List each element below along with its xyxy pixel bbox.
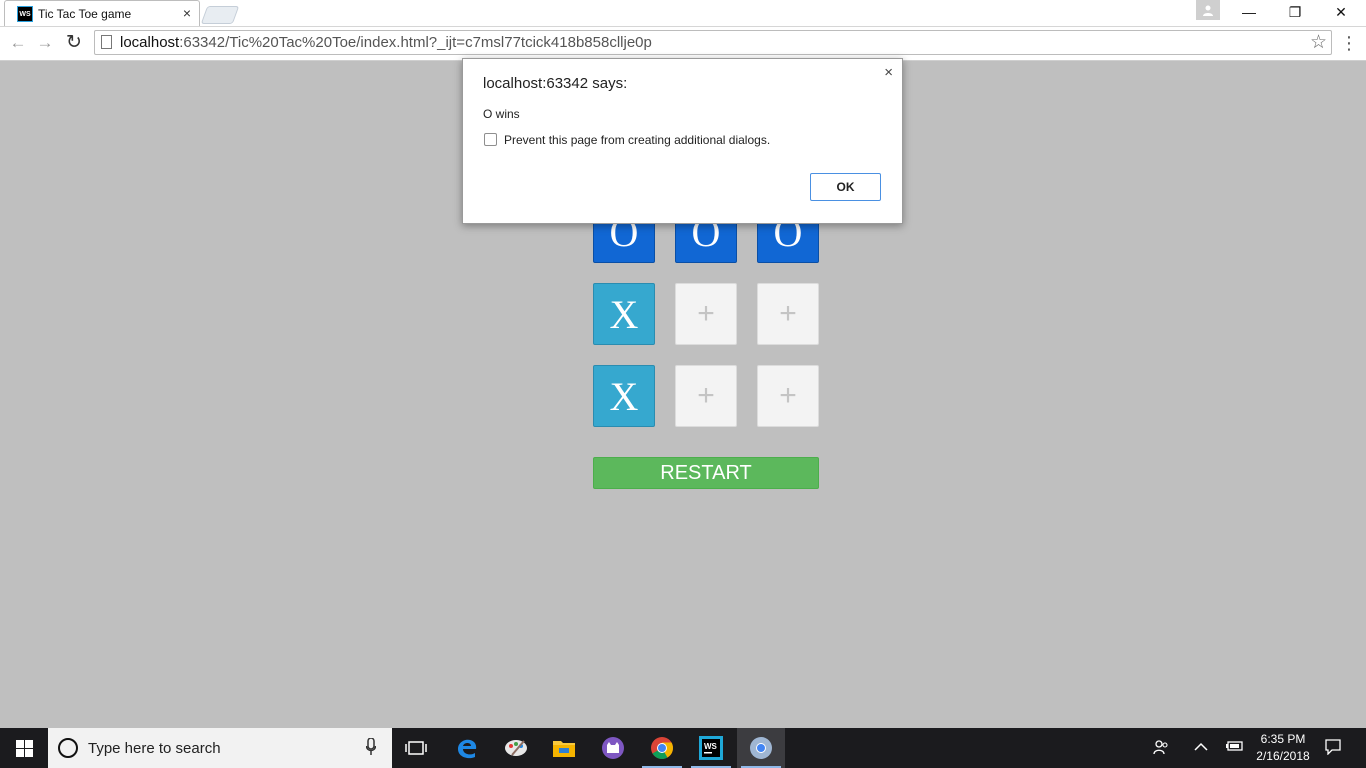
paint-app-icon[interactable]: [492, 728, 540, 768]
battery-icon[interactable]: [1226, 736, 1244, 758]
start-button[interactable]: [0, 728, 48, 768]
svg-text:WS: WS: [704, 742, 718, 751]
dialog-close-icon[interactable]: ×: [884, 65, 893, 80]
clock-time[interactable]: 6:35 PM: [1258, 732, 1308, 746]
prevent-dialogs-checkbox[interactable]: [484, 133, 497, 146]
search-placeholder: Type here to search: [88, 740, 221, 757]
alert-dialog: × localhost:63342 says: O wins Prevent t…: [462, 58, 903, 224]
url-text[interactable]: localhost:63342/Tic%20Tac%20Toe/index.ht…: [120, 34, 652, 51]
chrome-canary-icon[interactable]: [737, 728, 785, 768]
board-cell-2-0[interactable]: X: [593, 365, 655, 427]
board-cell-1-1[interactable]: +: [675, 283, 737, 345]
edge-browser-icon[interactable]: [443, 728, 491, 768]
cortana-icon: [58, 738, 78, 758]
close-window-button[interactable]: ✕: [1318, 0, 1364, 24]
page-icon: [101, 35, 112, 49]
webstorm-icon[interactable]: WS: [687, 728, 735, 768]
address-bar[interactable]: localhost:63342/Tic%20Tac%20Toe/index.ht…: [94, 30, 1332, 55]
show-hidden-icons-chevron-icon[interactable]: [1194, 736, 1208, 758]
reload-button[interactable]: ↻: [62, 31, 86, 55]
people-icon[interactable]: [1153, 736, 1169, 761]
browser-tab[interactable]: WS Tic Tac Toe game ×: [4, 0, 200, 26]
webstorm-favicon-icon: WS: [17, 6, 33, 22]
minimize-button[interactable]: —: [1226, 0, 1272, 24]
board-cell-1-2[interactable]: +: [757, 283, 819, 345]
tab-title: Tic Tac Toe game: [38, 7, 132, 21]
browser-titlebar: WS Tic Tac Toe game × — ❐ ✕: [0, 0, 1366, 27]
forward-button[interactable]: →: [33, 31, 57, 55]
task-view-icon[interactable]: [392, 728, 440, 768]
browser-toolbar: ← → ↻ localhost:63342/Tic%20Tac%20Toe/in…: [0, 27, 1366, 61]
new-tab-button[interactable]: [200, 6, 240, 24]
dialog-message: O wins: [483, 107, 520, 121]
restore-button[interactable]: ❐: [1272, 0, 1318, 24]
restart-button[interactable]: RESTART: [593, 457, 819, 489]
taskbar: Type here to search WS 6:35 PM 2/16/2018: [0, 728, 1366, 768]
user-profile-icon[interactable]: [1196, 0, 1220, 20]
url-path: :63342/Tic%20Tac%20Toe/index.html?_ijt=c…: [179, 34, 652, 51]
back-button[interactable]: ←: [6, 31, 30, 55]
chrome-icon[interactable]: [638, 728, 686, 768]
url-host: localhost: [120, 34, 180, 51]
windows-logo-icon: [15, 739, 33, 757]
action-center-icon[interactable]: [1325, 736, 1341, 761]
taskbar-search-box[interactable]: Type here to search: [48, 728, 392, 768]
tab-close-icon[interactable]: ×: [183, 5, 191, 21]
microphone-icon[interactable]: [365, 737, 377, 761]
dialog-title: localhost:63342 says:: [483, 75, 628, 92]
clock-date[interactable]: 2/16/2018: [1253, 749, 1313, 763]
board-cell-2-2[interactable]: +: [757, 365, 819, 427]
file-explorer-icon[interactable]: [540, 728, 588, 768]
ok-button[interactable]: OK: [810, 173, 881, 201]
github-desktop-icon[interactable]: [589, 728, 637, 768]
board-cell-2-1[interactable]: +: [675, 365, 737, 427]
chrome-menu-icon[interactable]: ⋮: [1340, 31, 1358, 55]
board-cell-1-0[interactable]: X: [593, 283, 655, 345]
bookmark-star-icon[interactable]: ☆: [1310, 32, 1327, 54]
prevent-dialogs-label[interactable]: Prevent this page from creating addition…: [504, 133, 770, 147]
